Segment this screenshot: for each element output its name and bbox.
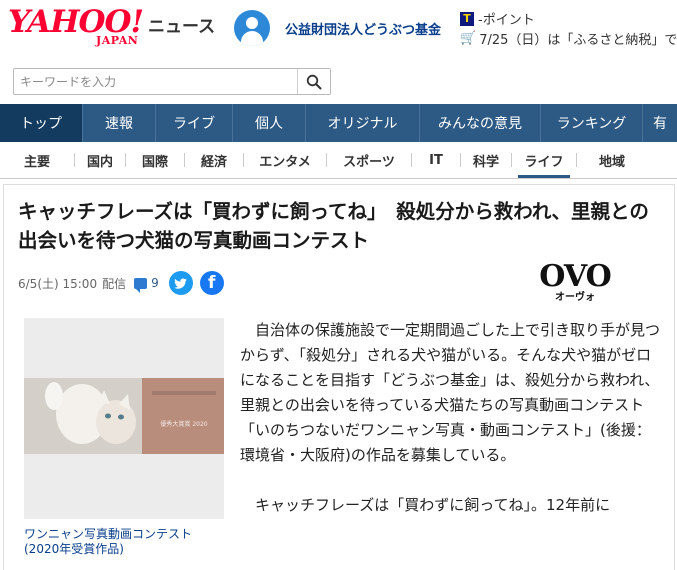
- publish-date: 6/5(土) 15:00: [18, 276, 98, 291]
- category-life[interactable]: ライフ: [512, 142, 576, 178]
- avatar-body-shape: [241, 31, 263, 46]
- site-header: YAHOO! JAPAN ニュース 公益財団法人どうぶつ基金 T -ポイント 🛒…: [0, 0, 677, 62]
- category-it[interactable]: IT: [412, 142, 460, 178]
- comment-icon: [134, 277, 148, 293]
- search-button[interactable]: [297, 69, 330, 94]
- avatar[interactable]: [234, 10, 270, 46]
- facebook-icon: f: [208, 273, 216, 293]
- search-box: [13, 68, 331, 95]
- article-title: キャッチフレーズは「買わずに飼ってね」 殺処分から救われ、里親との出会いを待つ犬…: [18, 200, 649, 252]
- article-body: 自治体の保護施設で一定期間過ごした上で引き取り手が見つからず、「殺処分」される犬…: [240, 318, 661, 518]
- main-nav-breaking[interactable]: 速報: [83, 104, 156, 142]
- points-row[interactable]: T -ポイント: [460, 9, 535, 28]
- shopping-cart-icon: 🛒: [460, 31, 477, 46]
- article-meta: 6/5(土) 15:00 配信 9 f: [18, 271, 224, 295]
- publish-suffix: 配信: [102, 276, 127, 291]
- twitter-share-button[interactable]: [168, 271, 193, 295]
- paragraph: 自治体の保護施設で一定期間過ごした上で引き取り手が見つからず、「殺処分」される犬…: [240, 321, 661, 464]
- category-main[interactable]: 主要: [0, 142, 74, 178]
- main-nav-live[interactable]: ライブ: [156, 104, 233, 142]
- yahoo-japan-logo[interactable]: YAHOO! JAPAN: [8, 4, 146, 48]
- main-nav-opinions[interactable]: みんなの意見: [420, 104, 541, 142]
- category-sports[interactable]: スポーツ: [327, 142, 411, 178]
- main-nav: トップ 速報 ライブ 個人 オリジナル みんなの意見 ランキング 有: [0, 104, 677, 142]
- main-nav-paid[interactable]: 有: [643, 104, 677, 142]
- promo-link: 7/25（日）は「ふるさと納税」で: [479, 33, 677, 48]
- article-photo[interactable]: 優秀大賞賞 2020: [24, 318, 224, 519]
- category-domestic[interactable]: 国内: [75, 142, 125, 178]
- comment-link[interactable]: 9: [134, 276, 159, 293]
- avatar-head-shape: [246, 17, 258, 29]
- points-label: -ポイント: [478, 13, 535, 28]
- category-local[interactable]: 地域: [577, 142, 647, 178]
- user-name[interactable]: 公益財団法人どうぶつ基金: [285, 19, 441, 38]
- category-science[interactable]: 科学: [461, 142, 511, 178]
- publisher-logo-wordmark: OVO: [539, 259, 612, 294]
- main-nav-ranking[interactable]: ランキング: [541, 104, 643, 142]
- contest-photo-image: 優秀大賞賞 2020: [24, 318, 224, 519]
- facebook-share-button[interactable]: f: [199, 271, 224, 295]
- category-international[interactable]: 国際: [126, 142, 184, 178]
- promo-row[interactable]: 🛒 7/25（日）は「ふるさと納税」で: [460, 29, 677, 48]
- t-point-icon: T: [460, 11, 474, 26]
- search-input[interactable]: [14, 69, 297, 94]
- logo-japan: JAPAN: [96, 34, 139, 47]
- search-icon: [306, 74, 322, 89]
- main-nav-original[interactable]: オリジナル: [306, 104, 420, 142]
- category-entertainment[interactable]: エンタメ: [244, 142, 326, 178]
- paragraph: キャッチフレーズは「買わずに飼ってね」。12年前に: [255, 496, 611, 514]
- photo-overlay-text: 優秀大賞賞 2020: [160, 420, 207, 428]
- comment-count: 9: [151, 276, 159, 290]
- category-economy[interactable]: 経済: [185, 142, 243, 178]
- main-nav-individual[interactable]: 個人: [233, 104, 306, 142]
- category-nav: 主要 国内 国際 経済 エンタメ スポーツ IT 科学 ライフ 地域: [0, 142, 677, 179]
- twitter-icon: [174, 277, 187, 289]
- service-name[interactable]: ニュース: [148, 12, 215, 37]
- publisher-logo[interactable]: OVO オーヴォ: [530, 262, 620, 304]
- main-nav-top[interactable]: トップ: [0, 104, 83, 142]
- photo-caption[interactable]: ワンニャン写真動画コンテスト(2020年受賞作品): [24, 527, 224, 557]
